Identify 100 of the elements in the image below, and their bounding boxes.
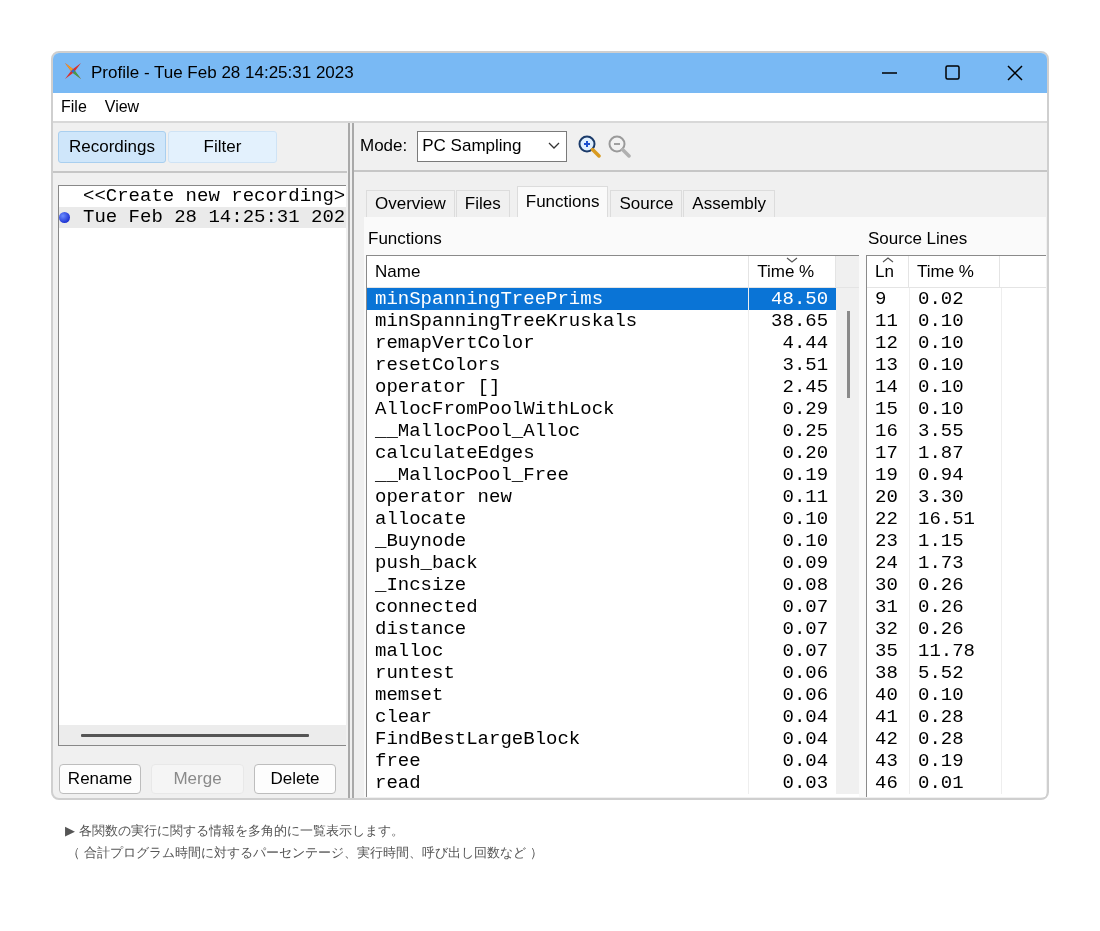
button[interactable]: Delete [254,764,336,794]
tab[interactable]: Recordings [58,131,166,163]
table-cell[interactable]: 2.45 [749,376,837,398]
table-cell[interactable]: 0.01 [910,772,1001,794]
table-cell[interactable]: 3.30 [910,486,1001,508]
mode-dropdown[interactable]: PC Sampling [417,130,568,162]
table-cell[interactable]: 11 [867,310,909,332]
table-cell[interactable]: AllocFromPoolWithLock [367,398,749,420]
menu-item[interactable]: View [104,98,140,116]
table-cell[interactable]: 0.28 [910,728,1001,750]
table-cell[interactable]: 17 [867,442,909,464]
table-cell[interactable]: 31 [867,596,909,618]
button[interactable]: Rename [59,764,141,794]
scrollbar[interactable] [836,288,859,794]
table-cell[interactable]: 0.10 [910,684,1001,706]
table-cell[interactable]: clear [367,706,749,728]
table-cell[interactable]: 38.65 [749,310,837,332]
menu-item[interactable]: File [61,98,87,116]
table-cell[interactable]: free [367,750,749,772]
table-cell[interactable]: 0.10 [749,530,837,552]
table-cell[interactable]: 23 [867,530,909,552]
table-cell[interactable]: 0.10 [910,354,1001,376]
table-cell[interactable]: 0.11 [749,486,837,508]
table-cell[interactable]: 14 [867,376,909,398]
table-cell[interactable]: _Incsize [367,574,749,596]
table-cell[interactable]: 0.07 [749,618,837,640]
column-header[interactable]: Time % [909,256,1000,287]
table-cell[interactable]: 42 [867,728,909,750]
table-cell[interactable]: 0.04 [749,750,837,772]
table-cell[interactable]: 0.26 [910,618,1001,640]
table-cell[interactable]: 20 [867,486,909,508]
table-cell[interactable]: remapVertColor [367,332,749,354]
table-cell[interactable]: 0.29 [749,398,837,420]
table-cell[interactable]: 0.09 [749,552,837,574]
zoom-in-icon[interactable] [577,134,602,158]
table-cell[interactable]: connected [367,596,749,618]
tab[interactable]: Overview [366,190,455,217]
table-cell[interactable]: 1.73 [910,552,1001,574]
table-cell[interactable]: 0.07 [749,596,837,618]
table-cell[interactable]: 0.03 [749,772,837,794]
table-cell[interactable]: 0.19 [749,464,837,486]
recording-list[interactable]: <<Create new recording> Tue Feb 28 14:25:31 202 [58,185,346,746]
table-cell[interactable]: 15 [867,398,909,420]
table-cell[interactable]: 48.50 [749,288,837,310]
table-cell[interactable]: 11.78 [910,640,1001,662]
tab[interactable]: Functions [516,186,609,217]
table-cell[interactable]: resetColors [367,354,749,376]
table-cell[interactable]: 35 [867,640,909,662]
table-cell[interactable]: 30 [867,574,909,596]
table-cell[interactable]: 0.04 [749,706,837,728]
table-cell[interactable]: 16 [867,420,909,442]
table-cell[interactable]: FindBestLargeBlock [367,728,749,750]
table-cell[interactable]: runtest [367,662,749,684]
table-cell[interactable]: 24 [867,552,909,574]
tab[interactable]: Source [610,190,683,217]
table-cell[interactable]: 0.19 [910,750,1001,772]
table-cell[interactable]: read [367,772,749,794]
table-cell[interactable]: 0.25 [749,420,837,442]
table-cell[interactable]: 0.10 [910,310,1001,332]
table-cell[interactable]: 3.55 [910,420,1001,442]
table-cell[interactable]: malloc [367,640,749,662]
table-cell[interactable]: 19 [867,464,909,486]
table-cell[interactable]: 3.51 [749,354,837,376]
table-cell[interactable]: allocate [367,508,749,530]
table-cell[interactable]: minSpanningTreePrims [367,288,749,310]
table-cell[interactable]: _Buynode [367,530,749,552]
tab[interactable]: Files [455,190,510,217]
table-cell[interactable]: 0.94 [910,464,1001,486]
table-cell[interactable]: 0.06 [749,662,837,684]
table-cell[interactable]: 9 [867,288,909,310]
table-cell[interactable]: 22 [867,508,909,530]
table-cell[interactable]: 46 [867,772,909,794]
table-cell[interactable]: operator [] [367,376,749,398]
table-cell[interactable]: __MallocPool_Alloc [367,420,749,442]
table-cell[interactable]: 0.26 [910,574,1001,596]
table-cell[interactable]: 40 [867,684,909,706]
table-cell[interactable]: 0.04 [749,728,837,750]
list-item[interactable]: <<Create new recording> [59,186,346,207]
scrollbar[interactable] [59,725,346,745]
table-cell[interactable]: 0.10 [910,376,1001,398]
table-cell[interactable]: 0.10 [910,398,1001,420]
table-cell[interactable]: 41 [867,706,909,728]
table-cell[interactable]: 0.10 [749,508,837,530]
table-cell[interactable]: 4.44 [749,332,837,354]
table-cell[interactable]: 0.07 [749,640,837,662]
table-cell[interactable]: 0.08 [749,574,837,596]
table-cell[interactable]: 13 [867,354,909,376]
table-cell[interactable]: 0.28 [910,706,1001,728]
table-cell[interactable]: 0.26 [910,596,1001,618]
table-cell[interactable]: 0.20 [749,442,837,464]
tab[interactable]: Assembly [683,190,776,217]
table-cell[interactable]: distance [367,618,749,640]
table-cell[interactable]: 1.87 [910,442,1001,464]
table-cell[interactable]: 16.51 [910,508,1001,530]
tab[interactable]: Filter [168,131,277,163]
table-cell[interactable]: 32 [867,618,909,640]
scroll-thumb[interactable] [81,733,309,737]
table-cell[interactable]: push_back [367,552,749,574]
table-cell[interactable]: minSpanningTreeKruskals [367,310,749,332]
table-cell[interactable]: 12 [867,332,909,354]
